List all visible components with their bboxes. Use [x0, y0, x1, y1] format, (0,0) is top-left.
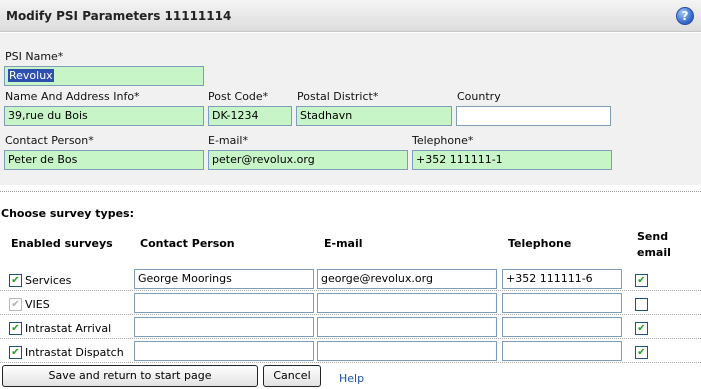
survey-label-services: Services: [25, 274, 72, 287]
intrastat-dispatch-enabled-checkbox[interactable]: ✔: [9, 346, 22, 359]
survey-section-title: Choose survey types:: [1, 207, 134, 220]
telephone-field[interactable]: +352 111111-1: [412, 150, 612, 170]
title-bar: Modify PSI Parameters 11111114 ?: [0, 0, 701, 32]
services-send-email-checkbox[interactable]: ✔: [635, 274, 648, 287]
vies-send-email-checkbox[interactable]: [635, 298, 648, 311]
telephone-label: Telephone*: [412, 134, 474, 147]
intrastat-dispatch-contact-input[interactable]: [134, 341, 314, 361]
intrastat-arrival-enabled-checkbox[interactable]: ✔: [9, 322, 22, 335]
psi-name-label: PSI Name*: [5, 50, 64, 63]
col-send-email-line2: email: [637, 246, 671, 259]
survey-label-vies: VIES: [25, 298, 50, 311]
vies-enabled-checkbox: ✔: [9, 298, 22, 311]
intrastat-arrival-email-input[interactable]: [317, 317, 497, 337]
email-field[interactable]: peter@revolux.org: [208, 150, 408, 170]
vies-email-input[interactable]: [317, 293, 497, 313]
col-telephone: Telephone: [508, 237, 572, 250]
contact-person-label: Contact Person*: [5, 134, 94, 147]
services-email-input[interactable]: george@revolux.org: [317, 269, 497, 289]
intrastat-dispatch-send-email-checkbox[interactable]: ✔: [635, 346, 648, 359]
contact-person-field[interactable]: Peter de Bos: [4, 150, 204, 170]
cancel-button[interactable]: Cancel: [263, 365, 321, 387]
email-label: E-mail*: [208, 134, 248, 147]
help-link[interactable]: Help: [339, 372, 364, 385]
post-code-field[interactable]: DK-1234: [208, 106, 292, 126]
vies-contact-input[interactable]: [134, 293, 314, 313]
services-telephone-input[interactable]: +352 111111-6: [502, 269, 622, 289]
intrastat-arrival-contact-input[interactable]: [134, 317, 314, 337]
intrastat-arrival-send-email-checkbox[interactable]: ✔: [635, 322, 648, 335]
section-divider: [0, 191, 701, 192]
col-contact-person: Contact Person: [140, 237, 235, 250]
page-title: Modify PSI Parameters 11111114: [6, 9, 232, 23]
col-send-email-line1: Send: [637, 230, 669, 243]
postal-district-field[interactable]: Stadhavn: [296, 106, 452, 126]
country-label: Country: [457, 90, 501, 103]
postal-district-label: Postal District*: [297, 90, 379, 103]
intrastat-dispatch-email-input[interactable]: [317, 341, 497, 361]
services-contact-input[interactable]: George Moorings: [134, 269, 314, 289]
col-email: E-mail: [324, 237, 363, 250]
vies-telephone-input[interactable]: [502, 293, 622, 313]
services-enabled-checkbox[interactable]: ✔: [9, 274, 22, 287]
intrastat-dispatch-telephone-input[interactable]: [502, 341, 622, 361]
save-return-button[interactable]: Save and return to start page: [2, 365, 258, 387]
address-label: Name And Address Info*: [5, 90, 140, 103]
help-icon[interactable]: ?: [676, 7, 694, 25]
survey-label-intrastat-arrival: Intrastat Arrival: [25, 322, 112, 335]
psi-name-field[interactable]: Revolux: [4, 66, 204, 86]
post-code-label: Post Code*: [208, 90, 269, 103]
intrastat-arrival-telephone-input[interactable]: [502, 317, 622, 337]
survey-label-intrastat-dispatch: Intrastat Dispatch: [25, 346, 124, 359]
country-field[interactable]: [456, 106, 611, 126]
col-enabled-surveys: Enabled surveys: [11, 237, 113, 250]
address-field[interactable]: 39,rue du Bois: [4, 106, 204, 126]
